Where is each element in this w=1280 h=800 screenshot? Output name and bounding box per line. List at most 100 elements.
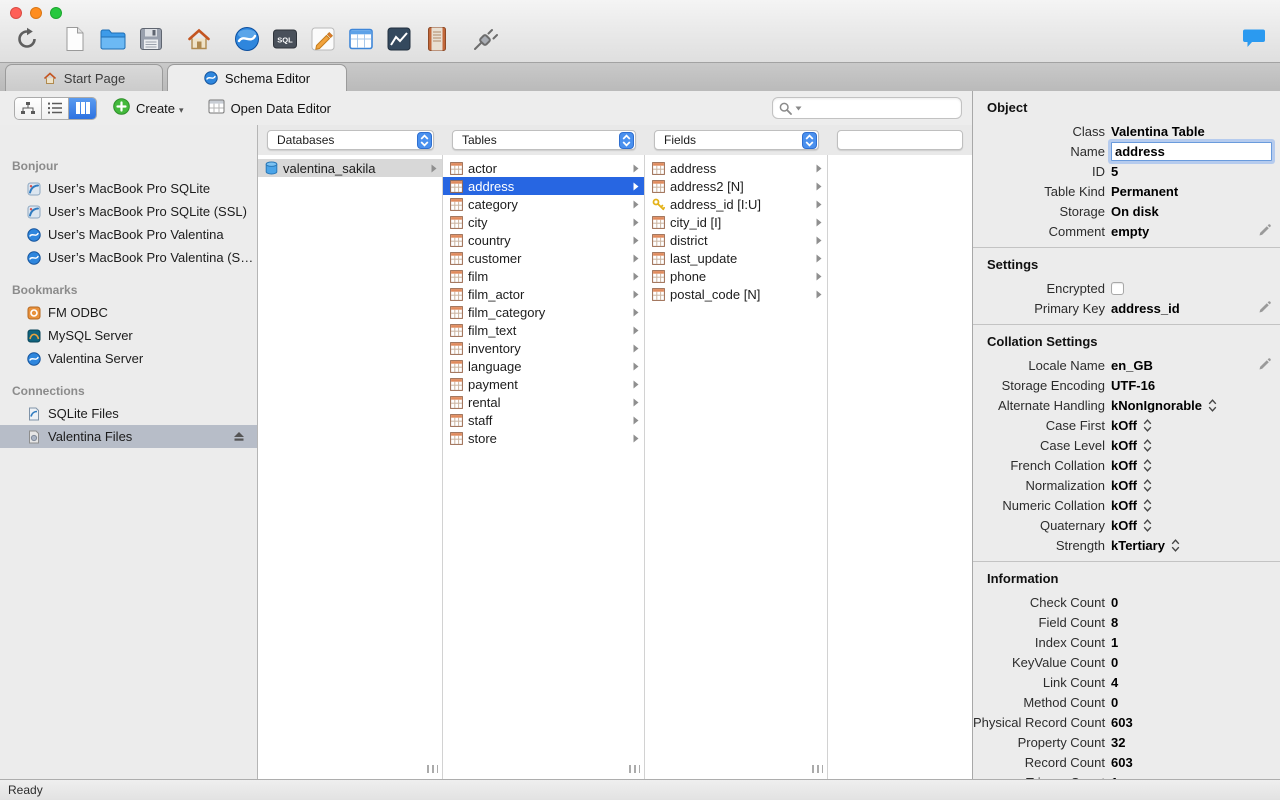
updown-icon[interactable] [1143,518,1152,532]
stepper-icon[interactable] [619,131,634,149]
table-item[interactable]: actor [443,159,644,177]
inspector-section: Collation Settings Locale Name en_GB Storag… [973,325,1280,562]
resize-grip[interactable] [812,765,823,773]
property-label: Method Count [1023,694,1105,710]
property-label: Encrypted [1046,280,1105,296]
edit-pencil-icon[interactable] [1258,224,1271,237]
updown-icon[interactable] [1143,458,1152,472]
sidebar-item[interactable]: Valentina Files [0,425,257,448]
tab-schema-editor[interactable]: Schema Editor [167,64,347,91]
sql-editor-button[interactable]: SQL [266,22,304,58]
property-value: Permanent [1111,183,1179,199]
field-item[interactable]: district [645,231,827,249]
zoom-button[interactable] [50,7,62,19]
property-row: Link Count 4 [973,672,1280,692]
sidebar-item[interactable]: Valentina Server [0,347,257,370]
edit-pencil-icon[interactable] [1258,301,1271,314]
resize-grip[interactable] [629,765,640,773]
field-item[interactable]: city_id [I] [645,213,827,231]
search-input[interactable] [805,101,955,115]
table-item[interactable]: category [443,195,644,213]
field-item[interactable]: last_update [645,249,827,267]
data-editor-button[interactable] [342,22,380,58]
undo-button[interactable] [8,22,46,58]
undo-icon [15,27,39,54]
resize-grip[interactable] [427,765,438,773]
table-item[interactable]: language [443,357,644,375]
tables-dropdown[interactable]: Tables [452,130,636,150]
browser-column-databases: Databases valentina_sakila [258,125,443,779]
columns-view-button[interactable] [69,97,96,119]
dropdown-label: Tables [462,133,497,147]
table-item[interactable]: rental [443,393,644,411]
sidebar-item[interactable]: SQLite Files [0,402,257,425]
tab-start-page[interactable]: Start Page [5,64,163,91]
home-button[interactable] [180,22,218,58]
table-item[interactable]: film_text [443,321,644,339]
stepper-icon[interactable] [417,131,432,149]
table-item[interactable]: payment [443,375,644,393]
table-item[interactable]: film [443,267,644,285]
filter-field[interactable] [837,130,963,150]
updown-icon[interactable] [1143,498,1152,512]
open-data-editor-button[interactable]: Open Data Editor [208,99,331,117]
connect-button[interactable] [466,22,504,58]
sidebar-item[interactable]: User’s MacBook Pro Valentina [0,223,257,246]
table-item[interactable]: address [443,177,644,195]
open-folder-button[interactable] [94,22,132,58]
field-item[interactable]: postal_code [N] [645,285,827,303]
sidebar-item[interactable]: User’s MacBook Pro SQLite [0,177,257,200]
databases-dropdown[interactable]: Databases [267,130,434,150]
stepper-icon[interactable] [802,131,817,149]
property-value: kOff [1111,437,1137,453]
field-item[interactable]: address [645,159,827,177]
table-item[interactable]: film_actor [443,285,644,303]
table-item[interactable]: film_category [443,303,644,321]
sidebar-item[interactable]: MySQL Server [0,324,257,347]
tree-view-button[interactable] [15,97,42,119]
diagram-editor-button[interactable] [304,22,342,58]
save-button[interactable] [132,22,170,58]
create-button[interactable]: Create ▾ [113,98,184,118]
arrow-right-icon [816,164,822,173]
name-input[interactable] [1111,141,1272,161]
eject-button[interactable] [233,431,245,442]
field-item[interactable]: address_id [I:U] [645,195,827,213]
database-item[interactable]: valentina_sakila [258,159,442,177]
property-value: 0 [1111,594,1119,610]
checkbox[interactable] [1111,281,1124,295]
table-item[interactable]: staff [443,411,644,429]
field-item[interactable]: phone [645,267,827,285]
table-icon [450,431,463,445]
table-item[interactable]: inventory [443,339,644,357]
edit-pencil-icon[interactable] [1258,358,1271,371]
table-icon [652,161,665,175]
valentina-logo-button[interactable] [228,22,266,58]
sidebar-item[interactable]: User’s MacBook Pro Valentina (S… [0,246,257,269]
close-button[interactable] [10,7,22,19]
table-item[interactable]: store [443,429,644,447]
table-item[interactable]: country [443,231,644,249]
property-row: Comment empty [973,221,1280,241]
property-value: 1 [1111,634,1119,650]
feedback-chat-button[interactable] [1242,28,1266,49]
updown-icon[interactable] [1143,438,1152,452]
sidebar-item[interactable]: FM ODBC [0,301,257,324]
property-row: Primary Key address_id [973,298,1280,318]
sidebar-item[interactable]: User’s MacBook Pro SQLite (SSL) [0,200,257,223]
report-button[interactable] [418,22,456,58]
new-document-button[interactable] [56,22,94,58]
fields-dropdown[interactable]: Fields [654,130,819,150]
updown-icon[interactable] [1208,398,1217,412]
search-field[interactable] [772,97,962,119]
table-item[interactable]: city [443,213,644,231]
table-item[interactable]: customer [443,249,644,267]
property-value: On disk [1111,203,1159,219]
minimize-button[interactable] [30,7,42,19]
updown-icon[interactable] [1171,538,1180,552]
updown-icon[interactable] [1143,418,1152,432]
chart-button[interactable] [380,22,418,58]
updown-icon[interactable] [1143,478,1152,492]
field-item[interactable]: address2 [N] [645,177,827,195]
list-view-button[interactable] [42,97,69,119]
